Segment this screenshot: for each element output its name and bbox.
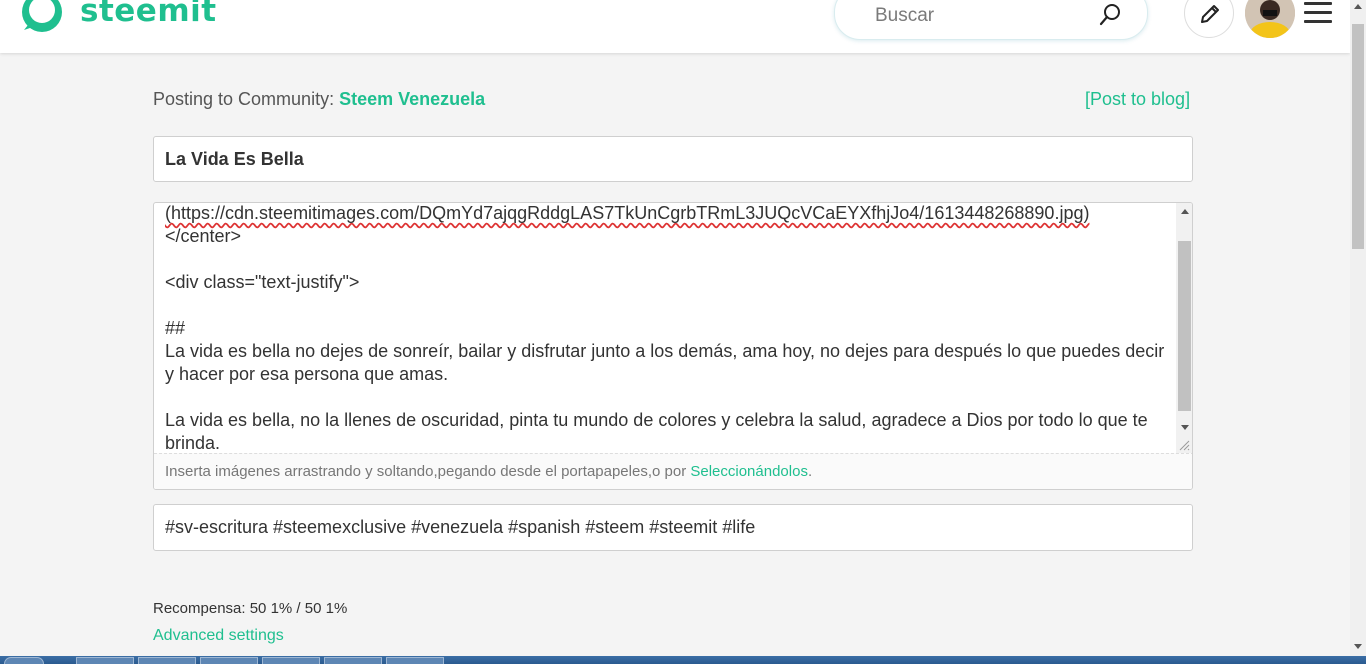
- editor-line: <div class="text-justify">: [165, 272, 360, 292]
- editor-paragraph: La vida es bella no dejes de sonreír, ba…: [165, 341, 1165, 384]
- steemit-logo[interactable]: steemit: [18, 0, 217, 36]
- search-box[interactable]: [834, 0, 1148, 40]
- editor-scrollbar-thumb[interactable]: [1178, 241, 1191, 411]
- posting-to-community: Posting to Community: Steem Venezuela: [153, 89, 485, 110]
- resize-handle-icon[interactable]: [1178, 439, 1190, 451]
- page-scrollbar-thumb[interactable]: [1352, 24, 1364, 249]
- editor-scrollbar[interactable]: [1176, 203, 1192, 453]
- post-to-blog-link[interactable]: [Post to blog]: [1085, 89, 1190, 110]
- scroll-up-icon[interactable]: [1354, 4, 1362, 9]
- scroll-down-icon[interactable]: [1354, 644, 1362, 649]
- brand-name: steemit: [80, 0, 217, 29]
- reward-text: Recompensa: 50 1% / 50 1%: [153, 600, 348, 617]
- post-body-editor[interactable]: (https://cdn.steemitimages.com/DQmYd7ajq…: [153, 202, 1193, 490]
- start-button[interactable]: [4, 657, 44, 664]
- tags-input[interactable]: [153, 504, 1193, 551]
- dropzone-text: Inserta imágenes arrastrando y soltando,…: [165, 463, 691, 480]
- taskbar-item[interactable]: [386, 657, 444, 664]
- select-images-link[interactable]: Seleccionándolos: [690, 463, 808, 480]
- editor-line: </center>: [165, 226, 242, 246]
- hamburger-menu-icon[interactable]: [1304, 2, 1332, 26]
- steemit-logo-icon: [22, 0, 62, 32]
- scroll-up-icon[interactable]: [1181, 209, 1189, 214]
- post-title-input[interactable]: [153, 136, 1193, 182]
- editor-line: (https://cdn.steemitimages.com/DQmYd7ajq…: [165, 203, 1090, 223]
- top-header: steemit: [0, 0, 1350, 53]
- editor-paragraph: La vida es bella, no la llenes de oscuri…: [165, 410, 1148, 453]
- pencil-icon: [1201, 5, 1219, 23]
- taskbar-item[interactable]: [324, 657, 382, 664]
- taskbar-item[interactable]: [200, 657, 258, 664]
- avatar-image: [1245, 0, 1295, 38]
- taskbar-item[interactable]: [262, 657, 320, 664]
- dropzone-end: .: [807, 463, 813, 480]
- editor-line: ##: [165, 318, 186, 338]
- page-scrollbar[interactable]: [1350, 0, 1366, 656]
- advanced-settings-link[interactable]: Advanced settings: [153, 627, 284, 645]
- search-input[interactable]: [875, 1, 1095, 31]
- posting-prefix: Posting to Community:: [153, 89, 335, 109]
- create-post-button[interactable]: [1184, 0, 1234, 38]
- os-taskbar: [0, 656, 1366, 664]
- post-body-textarea[interactable]: (https://cdn.steemitimages.com/DQmYd7ajq…: [165, 203, 1165, 453]
- image-dropzone[interactable]: Inserta imágenes arrastrando y soltando,…: [154, 453, 1192, 489]
- search-icon[interactable]: [1099, 2, 1123, 26]
- taskbar-item[interactable]: [76, 657, 134, 664]
- community-name[interactable]: Steem Venezuela: [339, 89, 485, 109]
- scroll-down-icon[interactable]: [1181, 425, 1189, 430]
- taskbar-item[interactable]: [138, 657, 196, 664]
- avatar[interactable]: [1245, 0, 1295, 38]
